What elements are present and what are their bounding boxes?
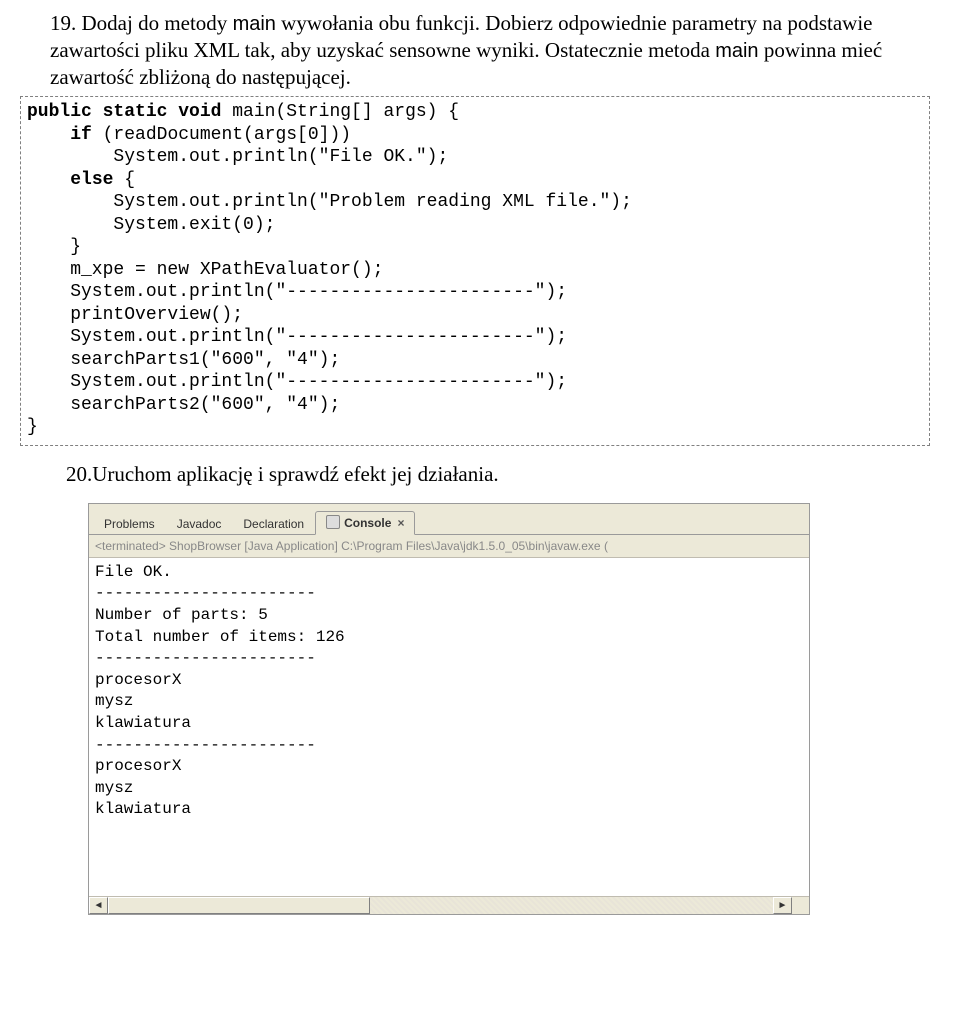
- step-number: 19.: [50, 11, 82, 35]
- close-icon[interactable]: ×: [397, 516, 404, 530]
- scrollbar-corner: [792, 897, 809, 914]
- console-icon: [326, 515, 340, 529]
- code-inline: main: [233, 13, 276, 35]
- scroll-right-button[interactable]: ►: [773, 897, 792, 914]
- tab-console[interactable]: Console×: [315, 511, 415, 535]
- horizontal-scrollbar[interactable]: ◄ ►: [89, 896, 809, 914]
- step-number: 20.: [66, 462, 92, 487]
- instruction-20: 20. Uruchom aplikację i sprawdź efekt je…: [72, 462, 930, 487]
- tab-problems[interactable]: Problems: [93, 513, 166, 535]
- instruction-19: 19. Dodaj do metody main wywołania obu f…: [50, 10, 930, 90]
- text: Dodaj do metody: [82, 11, 233, 35]
- scroll-thumb[interactable]: [108, 897, 370, 914]
- tab-javadoc[interactable]: Javadoc: [166, 513, 233, 535]
- code-inline: main: [715, 40, 758, 62]
- scroll-track[interactable]: [108, 897, 773, 914]
- ide-panel: Problems Javadoc Declaration Console× <t…: [88, 503, 810, 915]
- console-output: File OK. ----------------------- Number …: [89, 558, 809, 896]
- code-block: public static void main(String[] args) {…: [20, 96, 930, 446]
- tab-declaration[interactable]: Declaration: [232, 513, 315, 535]
- terminated-line: <terminated> ShopBrowser [Java Applicati…: [89, 535, 809, 558]
- tab-bar: Problems Javadoc Declaration Console×: [89, 504, 809, 535]
- scroll-left-button[interactable]: ◄: [89, 897, 108, 914]
- text: Uruchom aplikację i sprawdź efekt jej dz…: [92, 462, 498, 486]
